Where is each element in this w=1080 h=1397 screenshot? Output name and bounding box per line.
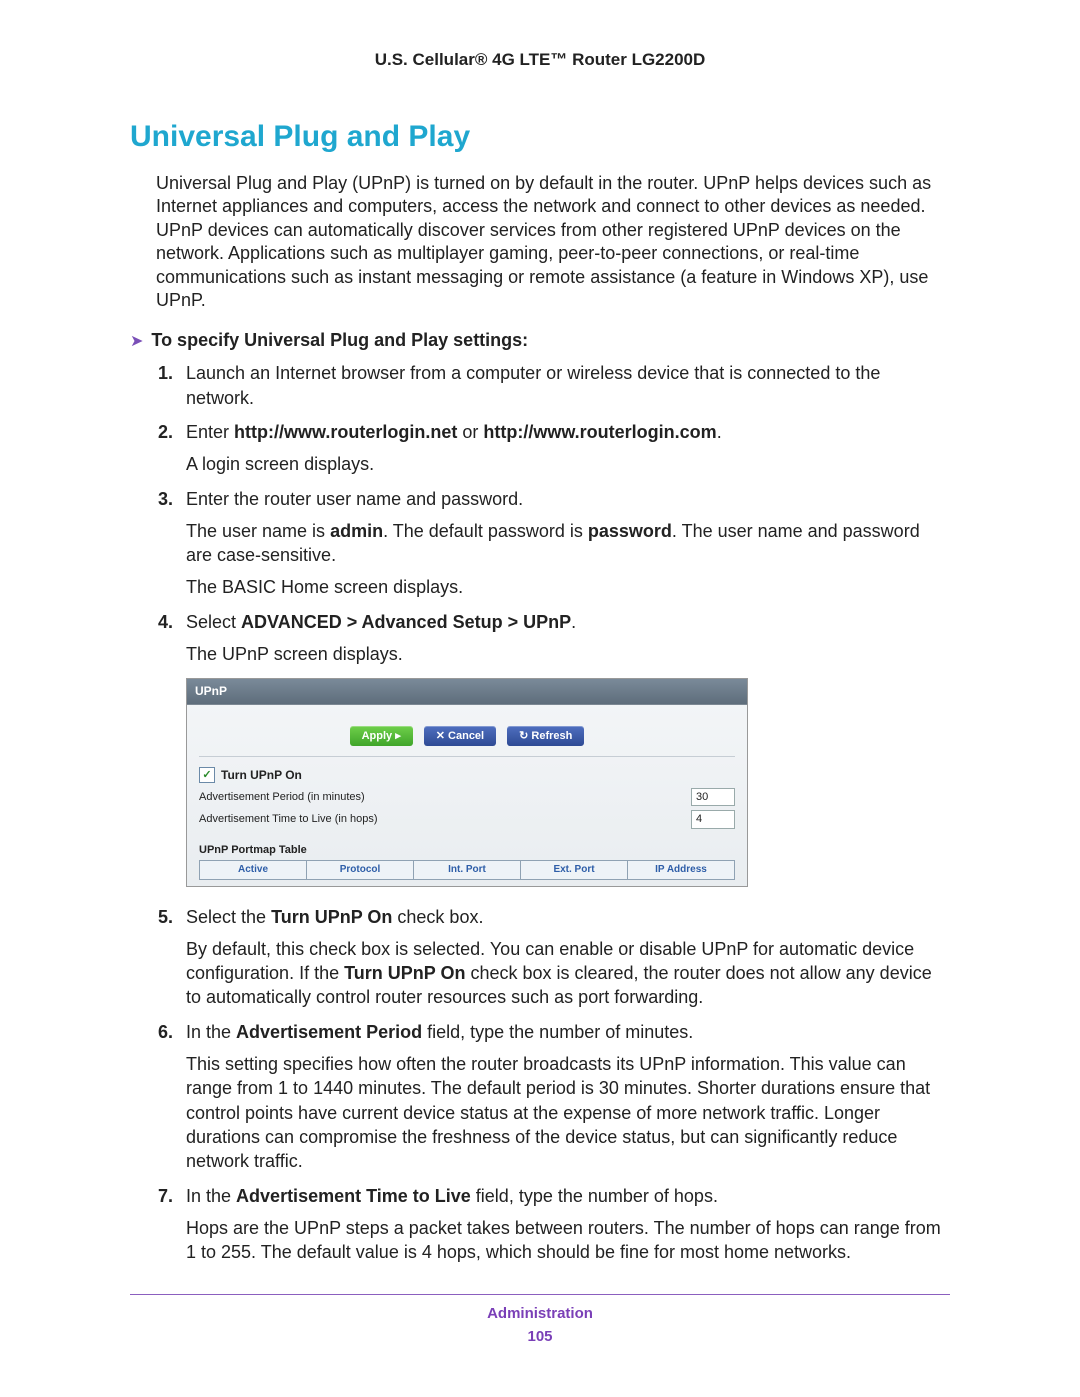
t: Select the	[186, 907, 271, 927]
t: field, type the number of minutes.	[422, 1022, 693, 1042]
portmap-table: Active Protocol Int. Port Ext. Port IP A…	[199, 860, 735, 880]
t: field, type the number of hops.	[471, 1186, 718, 1206]
step-7-text: In the Advertisement Time to Live field,…	[186, 1186, 718, 1206]
step-2-sub: A login screen displays.	[186, 452, 950, 476]
col-intport: Int. Port	[414, 861, 521, 880]
footer-section-label: Administration	[130, 1305, 950, 1322]
apply-button[interactable]: Apply ▸	[350, 726, 413, 747]
upnp-button-row: Apply ▸ ✕ Cancel ↻ Refresh	[199, 715, 735, 758]
t: ADVANCED > Advanced Setup > UPnP	[241, 612, 571, 632]
task-lead-text: To specify Universal Plug and Play setti…	[151, 330, 528, 351]
t: Advertisement Time to Live	[236, 1186, 471, 1206]
step-3-text: Enter the router user name and password.	[186, 489, 523, 509]
upnp-screenshot-panel: UPnP Apply ▸ ✕ Cancel ↻ Refresh ✓ Turn U…	[186, 678, 748, 886]
adv-ttl-label: Advertisement Time to Live (in hops)	[199, 812, 378, 827]
t: .	[571, 612, 576, 632]
col-ip: IP Address	[628, 861, 735, 880]
adv-period-input[interactable]: 30	[691, 788, 735, 807]
t: http://www.routerlogin.net	[234, 422, 457, 442]
step-7: In the Advertisement Time to Live field,…	[158, 1184, 950, 1265]
t: check box.	[392, 907, 483, 927]
arrow-icon: ➤	[130, 331, 143, 351]
adv-period-label: Advertisement Period (in minutes)	[199, 790, 365, 805]
step-1-text: Launch an Internet browser from a comput…	[186, 363, 880, 407]
step-2: Enter http://www.routerlogin.net or http…	[158, 420, 950, 477]
refresh-button[interactable]: ↻ Refresh	[507, 726, 584, 747]
t: In the	[186, 1022, 236, 1042]
step-6: In the Advertisement Period field, type …	[158, 1020, 950, 1174]
step-3-sub1: The user name is admin. The default pass…	[186, 519, 950, 568]
step-3: Enter the router user name and password.…	[158, 487, 950, 600]
portmap-table-title: UPnP Portmap Table	[199, 831, 735, 860]
step-4-sub: The UPnP screen displays.	[186, 642, 950, 666]
step-5: Select the Turn UPnP On check box. By de…	[158, 905, 950, 1010]
step-6-text: In the Advertisement Period field, type …	[186, 1022, 693, 1042]
t: The user name is	[186, 521, 330, 541]
step-6-sub: This setting specifies how often the rou…	[186, 1052, 950, 1173]
step-5-sub: By default, this check box is selected. …	[186, 937, 950, 1010]
t: admin	[330, 521, 383, 541]
col-active: Active	[200, 861, 307, 880]
t: Enter	[186, 422, 234, 442]
step-4: Select ADVANCED > Advanced Setup > UPnP.…	[158, 610, 950, 887]
turn-upnp-on-checkbox[interactable]: ✓	[199, 767, 215, 783]
t: password	[588, 521, 672, 541]
step-3-sub2: The BASIC Home screen displays.	[186, 575, 950, 599]
col-protocol: Protocol	[307, 861, 414, 880]
t: or	[457, 422, 483, 442]
t: Advertisement Period	[236, 1022, 422, 1042]
upnp-panel-title: UPnP	[187, 679, 747, 704]
adv-ttl-input[interactable]: 4	[691, 810, 735, 829]
intro-paragraph: Universal Plug and Play (UPnP) is turned…	[156, 172, 950, 312]
cancel-button[interactable]: ✕ Cancel	[424, 726, 496, 747]
step-2-text: Enter http://www.routerlogin.net or http…	[186, 422, 722, 442]
t: Select	[186, 612, 241, 632]
step-4-text: Select ADVANCED > Advanced Setup > UPnP.	[186, 612, 576, 632]
t: In the	[186, 1186, 236, 1206]
step-1: Launch an Internet browser from a comput…	[158, 361, 950, 410]
doc-header: U.S. Cellular® 4G LTE™ Router LG2200D	[130, 50, 950, 70]
col-extport: Ext. Port	[521, 861, 628, 880]
t: Turn UPnP On	[271, 907, 392, 927]
t: .	[717, 422, 722, 442]
section-title: Universal Plug and Play	[130, 120, 950, 154]
task-lead: ➤ To specify Universal Plug and Play set…	[130, 330, 950, 351]
step-7-sub: Hops are the UPnP steps a packet takes b…	[186, 1216, 950, 1265]
turn-upnp-on-label: Turn UPnP On	[221, 767, 302, 783]
footer-rule	[130, 1294, 950, 1295]
t: Turn UPnP On	[344, 963, 465, 983]
t: http://www.routerlogin.com	[483, 422, 716, 442]
t: . The default password is	[383, 521, 588, 541]
footer-page-number: 105	[130, 1328, 950, 1345]
step-5-text: Select the Turn UPnP On check box.	[186, 907, 483, 927]
